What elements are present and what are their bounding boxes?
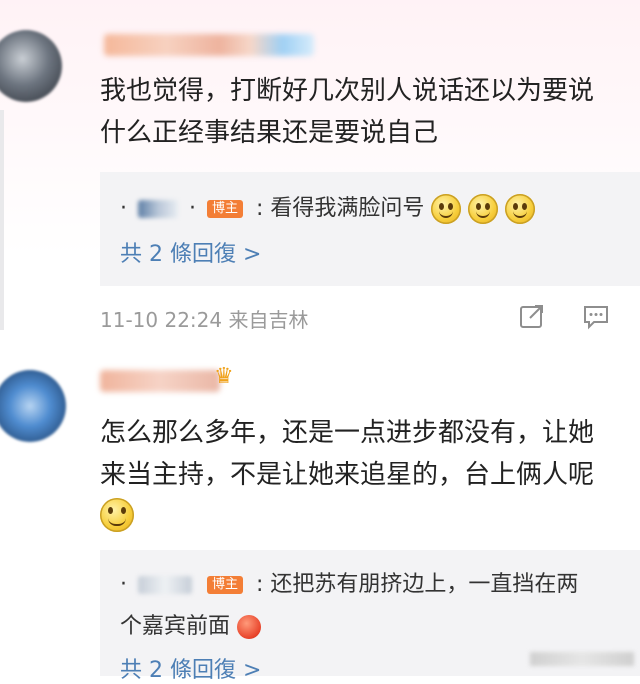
reply-username-blurred[interactable] bbox=[138, 200, 178, 218]
reply-text: : 还把苏有朋挤边上，一直挡在两 bbox=[256, 572, 579, 597]
reply-dot: · bbox=[120, 196, 127, 221]
more-replies-link[interactable]: 共 2 條回復 > bbox=[120, 652, 261, 684]
comment-icon[interactable] bbox=[582, 302, 610, 330]
avatar[interactable] bbox=[0, 30, 62, 102]
comment-text-line: 什么正经事结果还是要说自己 bbox=[100, 118, 439, 148]
author-badge: 博主 bbox=[207, 576, 244, 594]
angry-emoji-icon bbox=[237, 615, 262, 639]
reply-line: · 博主 : 还把苏有朋挤边上，一直挡在两 bbox=[120, 566, 578, 598]
reply-dot: · bbox=[189, 196, 196, 221]
reply-box[interactable]: · · 博主 : 看得我满脸问号 共 2 條回復 > bbox=[100, 172, 640, 286]
more-replies-link[interactable]: 共 2 條回復 > bbox=[120, 236, 261, 268]
crown-icon: ♛ bbox=[214, 364, 234, 389]
reply-line: · · 博主 : 看得我满脸问号 bbox=[120, 190, 536, 224]
grin-emoji-icon bbox=[431, 194, 462, 224]
comment-item: ♛ 怎么那么多年，还是一点进步都没有，让她 来当主持，不是让她来追星的，台上俩人… bbox=[0, 352, 640, 683]
reply-username-blurred[interactable] bbox=[138, 576, 192, 594]
comment-text-line: 来当主持，不是让她来追星的，台上俩人呢 bbox=[100, 460, 595, 490]
grin-emoji-icon bbox=[505, 194, 536, 224]
username-blurred[interactable] bbox=[104, 34, 314, 56]
comment-item: 我也觉得，打断好几次别人说话还以为要说 什么正经事结果还是要说自己 · · 博主… bbox=[0, 0, 640, 350]
comment-text-line: 怎么那么多年，还是一点进步都没有，让她 bbox=[100, 418, 595, 448]
share-icon[interactable] bbox=[518, 302, 546, 330]
comment-text-line: 我也觉得，打断好几次别人说话还以为要说 bbox=[100, 76, 595, 106]
avatar[interactable] bbox=[0, 370, 66, 442]
timestamp: 11-10 22:24 bbox=[100, 308, 223, 332]
reply-line: 个嘉宾前面 bbox=[120, 608, 262, 640]
author-badge: 博主 bbox=[207, 200, 244, 218]
comment-meta: 11-10 22:24 来自吉林 bbox=[100, 304, 308, 333]
grin-emoji-icon bbox=[468, 194, 499, 224]
username-blurred[interactable] bbox=[100, 370, 220, 392]
smile-emoji-icon bbox=[100, 498, 134, 532]
watermark-blurred bbox=[530, 652, 634, 666]
reply-dot: · bbox=[120, 572, 127, 597]
reply-text: 个嘉宾前面 bbox=[120, 614, 231, 639]
source-location: 来自吉林 bbox=[228, 308, 309, 332]
reply-text: : 看得我满脸问号 bbox=[256, 196, 425, 221]
